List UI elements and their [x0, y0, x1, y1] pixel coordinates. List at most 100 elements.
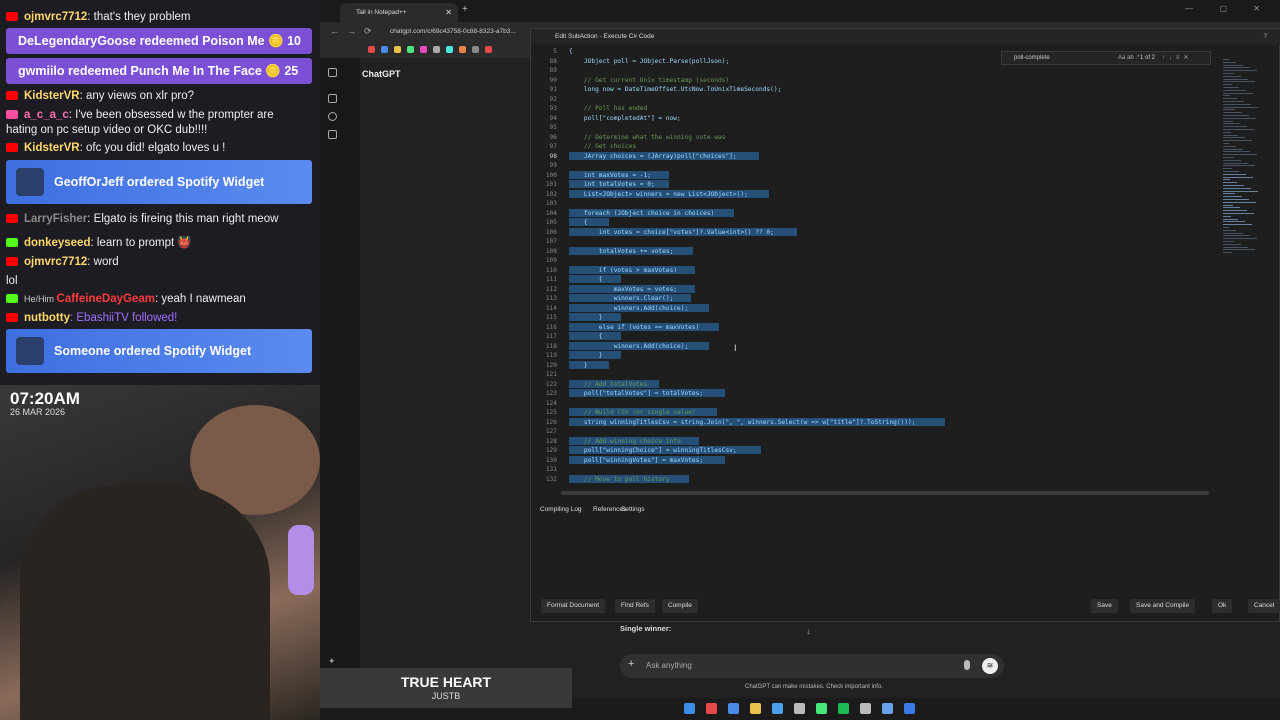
taskbar-app-icon[interactable] — [750, 703, 761, 714]
add-attachment-icon[interactable]: + — [628, 658, 634, 670]
save-button[interactable]: Save — [1091, 599, 1118, 613]
bookmark-icon[interactable] — [433, 46, 440, 53]
code-line[interactable]: winners.Add(choice); — [569, 305, 689, 312]
code-line[interactable]: winners.Add(choice); — [569, 343, 689, 350]
browser-tab[interactable]: Tail in Notepad++ ✕ — [340, 3, 458, 22]
line-number: 116 — [545, 323, 557, 331]
sparkle-icon: ✦ — [328, 656, 336, 666]
code-line[interactable]: if (votes > maxVotes) — [569, 267, 677, 274]
code-line[interactable]: int votes = choice["votes"]?.Value<int>(… — [569, 229, 774, 236]
code-line[interactable]: int totalVotes = 0; — [569, 181, 655, 188]
bookmark-icon[interactable] — [368, 46, 375, 53]
format-document-button[interactable]: Format Document — [541, 599, 606, 613]
code-line[interactable]: else if (votes == maxVotes) — [569, 324, 700, 331]
chat-username: ojmvrc7712 — [24, 256, 88, 268]
code-line[interactable]: // Get choices — [569, 143, 636, 150]
code-line[interactable]: long now = DateTimeOffset.UtcNow.ToUnixT… — [569, 86, 781, 93]
taskbar-app-icon[interactable] — [706, 703, 717, 714]
nav-buttons[interactable]: ←→⟳ — [330, 26, 380, 37]
tab-title: Tail in Notepad++ — [356, 9, 407, 16]
code-line[interactable]: { — [569, 276, 603, 283]
platform-icon — [6, 257, 18, 267]
microphone-icon[interactable] — [964, 660, 970, 670]
code-line[interactable]: poll["totalVotes"] = totalVotes; — [569, 390, 703, 397]
code-line[interactable]: // Poll has ended — [569, 105, 647, 112]
taskbar-app-icon[interactable] — [772, 703, 783, 714]
code-line[interactable]: totalVotes += votes; — [569, 248, 674, 255]
find-input[interactable]: poll-complete — [1014, 52, 1050, 64]
code-line[interactable]: // Move to poll history — [569, 476, 670, 483]
minimap[interactable] — [1221, 59, 1277, 259]
code-line[interactable]: foreach (JObject choice in choices) — [569, 210, 714, 217]
chatgpt-logo-icon[interactable] — [328, 68, 337, 77]
code-line[interactable]: JArray choices = (JArray)poll["choices"]… — [569, 153, 737, 160]
scroll-down-icon[interactable]: ↓ — [806, 626, 811, 636]
bookmark-icon[interactable] — [407, 46, 414, 53]
ok-button[interactable]: Ok — [1212, 599, 1233, 613]
code-line[interactable]: poll["completedAt"] = now; — [569, 115, 681, 122]
code-line[interactable]: { — [569, 219, 588, 226]
minimap-line — [1223, 109, 1235, 111]
code-line[interactable]: // Build CSV (or single value) — [569, 409, 696, 416]
editor-tab[interactable]: Compiling Log — [540, 503, 582, 517]
find-nav-icons[interactable]: ↑↓≡✕ — [1162, 52, 1193, 64]
code-line[interactable]: winners.Clear(); — [569, 295, 674, 302]
code-line[interactable]: // Add totalVotes — [569, 381, 647, 388]
voice-mode-icon[interactable]: ≋ — [982, 658, 998, 674]
code-line[interactable]: string winningTitlesCsv = string.Join(",… — [569, 419, 916, 426]
url-field[interactable]: chatgpt.com/c/69c43758-0c88-8323-a7b3... — [390, 25, 540, 39]
code-line[interactable]: poll["winningChoice"] = winningTitlesCsv… — [569, 447, 737, 454]
editor-tab[interactable]: Settings — [621, 503, 645, 517]
minimap-line — [1223, 185, 1244, 186]
code-line[interactable]: List<JObject> winners = new List<JObject… — [569, 191, 748, 198]
bookmark-icon[interactable] — [459, 46, 466, 53]
close-tab-icon[interactable]: ✕ — [445, 3, 452, 22]
bookmark-icon[interactable] — [420, 46, 427, 53]
new-tab-icon[interactable]: + — [462, 4, 468, 15]
bookmark-icon[interactable] — [472, 46, 479, 53]
chat-username: nutbotty — [24, 312, 70, 324]
bookmark-icon[interactable] — [381, 46, 388, 53]
chat-username: KidsterVR — [24, 90, 80, 102]
cancel-button[interactable]: Cancel — [1248, 599, 1280, 613]
code-line[interactable]: // Add winning choice info — [569, 438, 681, 445]
compile-button[interactable]: Compile — [662, 599, 698, 613]
library-icon[interactable] — [328, 130, 337, 139]
code-line[interactable]: { — [569, 333, 603, 340]
code-line[interactable]: } — [569, 362, 588, 369]
code-line[interactable]: JObject poll = JObject.Parse(pollJson); — [569, 58, 729, 65]
taskbar-app-icon[interactable] — [904, 703, 915, 714]
bookmark-icon[interactable] — [446, 46, 453, 53]
code-line[interactable]: maxVotes = votes; — [569, 286, 677, 293]
prompt-input[interactable]: Ask anything — [646, 661, 692, 670]
taskbar-app-icon[interactable] — [838, 703, 849, 714]
find-options[interactable]: Aa ab .* — [1118, 52, 1139, 64]
prompt-box[interactable]: + Ask anything ≋ — [620, 654, 1004, 678]
bookmark-icon[interactable] — [485, 46, 492, 53]
code-line[interactable]: // Determine what the winning vote was — [569, 134, 726, 141]
code-line[interactable]: { — [569, 48, 573, 55]
help-icon[interactable]: ? — [1263, 29, 1267, 45]
taskbar-app-icon[interactable] — [860, 703, 871, 714]
taskbar-app-icon[interactable] — [728, 703, 739, 714]
code-line[interactable]: poll["winningVotes"] = maxVotes; — [569, 457, 703, 464]
window-controls[interactable]: — ▢ ✕ — [1185, 4, 1272, 13]
taskbar-app-icon[interactable] — [684, 703, 695, 714]
code-line[interactable]: int maxVotes = -1; — [569, 172, 651, 179]
save-and-compile-button[interactable]: Save and Compile — [1130, 599, 1196, 613]
horizontal-scrollbar[interactable] — [561, 491, 1209, 495]
code-line[interactable]: } — [569, 352, 603, 359]
find-refs-button[interactable]: Find Refs — [615, 599, 655, 613]
taskbar-app-icon[interactable] — [794, 703, 805, 714]
line-number: 120 — [545, 361, 557, 369]
bookmark-icon[interactable] — [394, 46, 401, 53]
code-line[interactable]: // Get current Unix timestamp (seconds) — [569, 77, 729, 84]
code-area[interactable]: 5 {88 JObject poll = JObject.Parse(pollJs… — [531, 45, 1221, 515]
taskbar-app-icon[interactable] — [882, 703, 893, 714]
line-number: 112 — [545, 285, 557, 293]
code-line[interactable]: } — [569, 314, 603, 321]
search-icon[interactable] — [328, 112, 337, 121]
new-chat-icon[interactable] — [328, 94, 337, 103]
taskbar-app-icon[interactable] — [816, 703, 827, 714]
chatgpt-title[interactable]: ChatGPT — [362, 69, 401, 79]
